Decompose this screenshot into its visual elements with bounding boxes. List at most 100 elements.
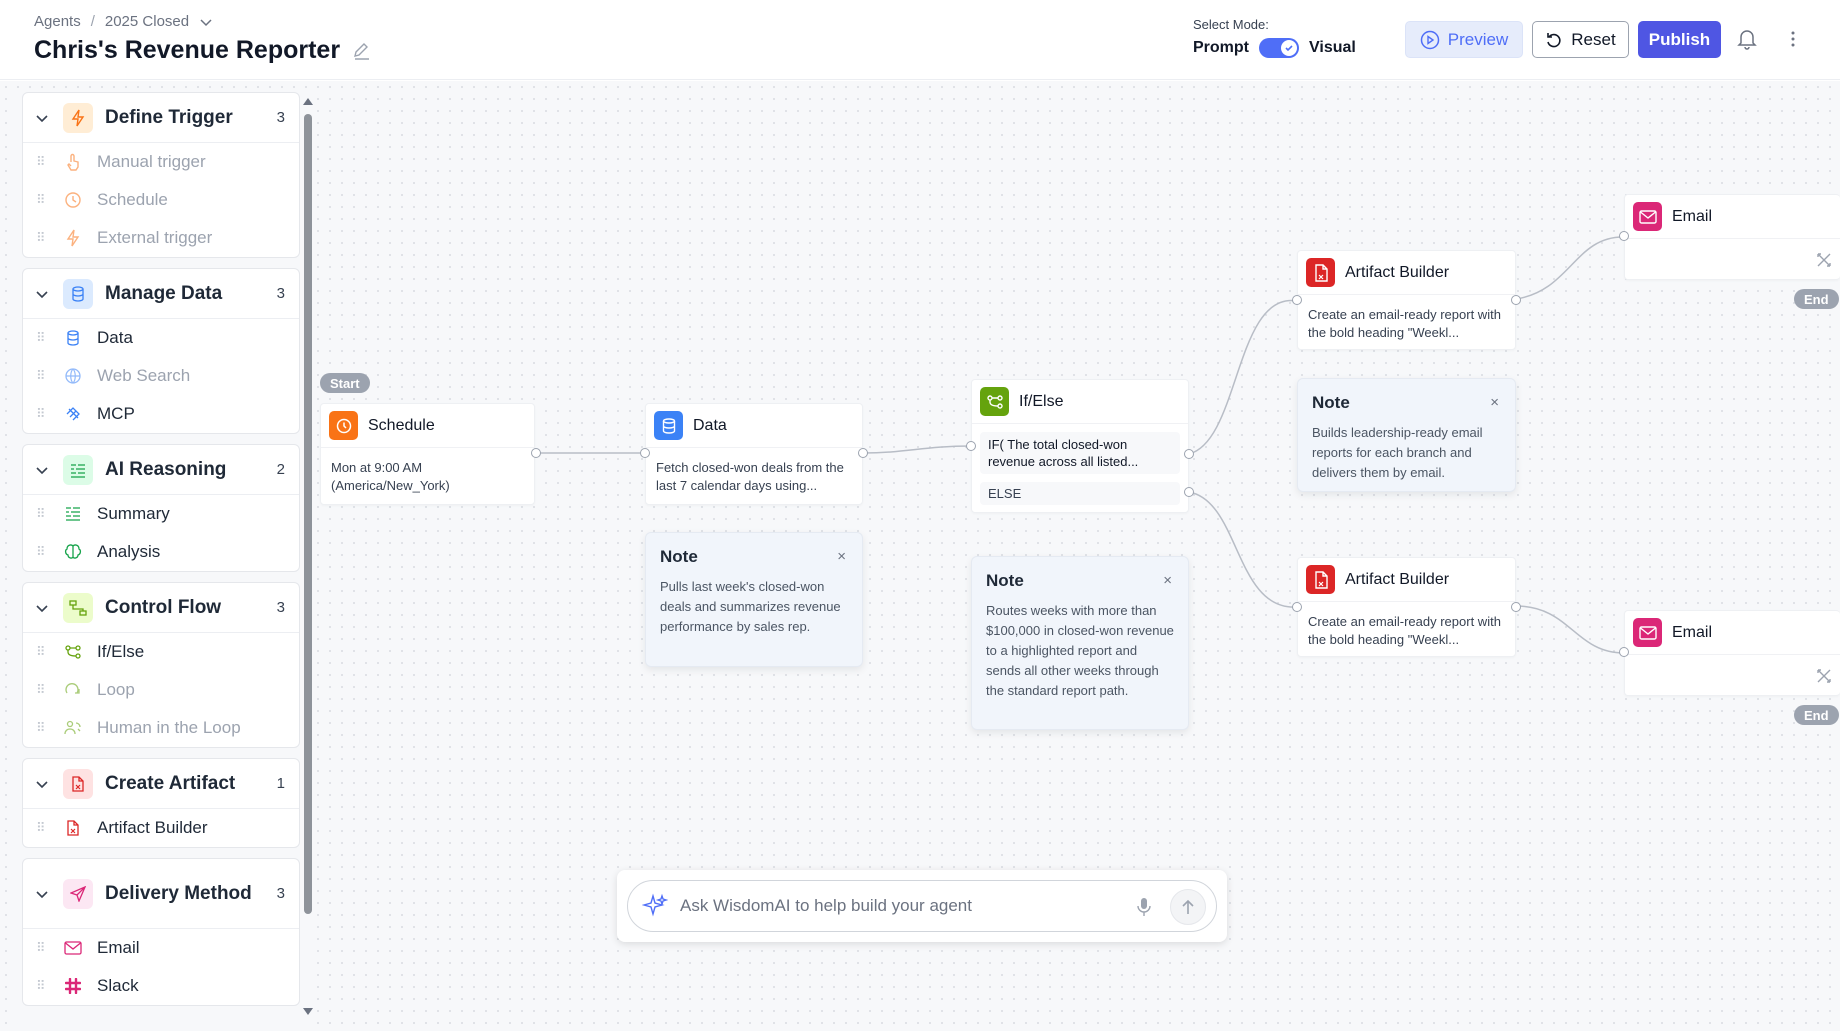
email-node-top[interactable]: Email bbox=[1624, 194, 1840, 280]
drag-handle-icon[interactable]: ⠿ bbox=[36, 979, 46, 993]
edit-pencil-icon[interactable] bbox=[352, 41, 372, 61]
data-input-port[interactable] bbox=[640, 448, 650, 458]
tools-icon[interactable] bbox=[1816, 252, 1832, 268]
ifelse-node[interactable]: If/Else IF( The total closed-won revenue… bbox=[971, 379, 1189, 513]
artifact-top-input-port[interactable] bbox=[1292, 295, 1302, 305]
sidebar-item-loop[interactable]: ⠿ Loop bbox=[23, 671, 299, 709]
sidebar-scrollbar[interactable] bbox=[300, 92, 316, 1024]
sidebar-item-slack[interactable]: ⠿ Slack bbox=[23, 967, 299, 1005]
globe-icon bbox=[63, 366, 83, 386]
data-output-port[interactable] bbox=[858, 448, 868, 458]
clock-icon bbox=[329, 411, 358, 440]
drag-handle-icon[interactable]: ⠿ bbox=[36, 331, 46, 345]
drag-handle-icon[interactable]: ⠿ bbox=[36, 155, 46, 169]
email-top-input-port[interactable] bbox=[1619, 231, 1629, 241]
drag-handle-icon[interactable]: ⠿ bbox=[36, 941, 46, 955]
artifact-bottom-output-port[interactable] bbox=[1511, 602, 1521, 612]
chat-input[interactable] bbox=[680, 896, 1120, 916]
close-icon[interactable]: × bbox=[1490, 394, 1499, 411]
drag-handle-icon[interactable]: ⠿ bbox=[36, 231, 46, 245]
scroll-down-arrow-icon[interactable] bbox=[302, 1007, 314, 1017]
section-header[interactable]: Define Trigger 3 bbox=[23, 93, 299, 143]
note-card-data[interactable]: Note × Pulls last week's closed-won deal… bbox=[645, 532, 863, 667]
sidebar-item-external-trigger[interactable]: ⠿ External trigger bbox=[23, 219, 299, 257]
artifact-top-output-port[interactable] bbox=[1511, 295, 1521, 305]
bell-icon[interactable] bbox=[1734, 26, 1760, 52]
mode-label: Select Mode: bbox=[1193, 17, 1269, 32]
artifact-bottom-input-port[interactable] bbox=[1292, 602, 1302, 612]
sidebar-item-web-search[interactable]: ⠿ Web Search bbox=[23, 357, 299, 395]
artifact-builder-node-bottom[interactable]: Artifact Builder Create an email-ready r… bbox=[1297, 557, 1516, 657]
reset-button[interactable]: Reset bbox=[1532, 21, 1629, 58]
sidebar-item-manual-trigger[interactable]: ⠿ Manual trigger bbox=[23, 143, 299, 181]
chevron-down-icon[interactable] bbox=[35, 111, 49, 125]
chevron-down-icon[interactable] bbox=[199, 15, 213, 29]
note-card-ifelse[interactable]: Note × Routes weeks with more than $100,… bbox=[971, 556, 1189, 730]
sidebar-item-artifact-builder[interactable]: ⠿ Artifact Builder bbox=[23, 809, 299, 847]
scroll-up-arrow-icon[interactable] bbox=[302, 96, 314, 106]
send-button[interactable] bbox=[1170, 889, 1206, 925]
sidebar-item-mcp[interactable]: ⠿ MCP bbox=[23, 395, 299, 433]
if-condition[interactable]: IF( The total closed-won revenue across … bbox=[980, 432, 1180, 474]
chevron-down-icon[interactable] bbox=[35, 463, 49, 477]
section-header[interactable]: Create Artifact 1 bbox=[23, 759, 299, 809]
item-label: Human in the Loop bbox=[97, 718, 241, 737]
chat-box[interactable] bbox=[627, 880, 1217, 932]
chevron-down-icon[interactable] bbox=[35, 601, 49, 615]
section-header[interactable]: AI Reasoning 2 bbox=[23, 445, 299, 495]
drag-handle-icon[interactable]: ⠿ bbox=[36, 721, 46, 735]
sidebar-item-summary[interactable]: ⠿ Summary bbox=[23, 495, 299, 533]
else-output-port[interactable] bbox=[1184, 487, 1194, 497]
mode-prompt-label: Prompt bbox=[1193, 39, 1249, 56]
preview-button[interactable]: Preview bbox=[1405, 21, 1523, 58]
breadcrumb-agents[interactable]: Agents bbox=[34, 13, 81, 30]
drag-handle-icon[interactable]: ⠿ bbox=[36, 683, 46, 697]
note-card-artifact[interactable]: Note × Builds leadership-ready email rep… bbox=[1297, 378, 1516, 492]
preview-label: Preview bbox=[1447, 29, 1509, 49]
schedule-output-port[interactable] bbox=[531, 448, 541, 458]
ifelse-input-port[interactable] bbox=[966, 441, 976, 451]
chevron-down-icon[interactable] bbox=[35, 887, 49, 901]
breadcrumb-current[interactable]: 2025 Closed bbox=[105, 13, 189, 30]
item-label: Slack bbox=[97, 976, 139, 995]
drag-handle-icon[interactable]: ⠿ bbox=[36, 645, 46, 659]
section-header[interactable]: Control Flow 3 bbox=[23, 583, 299, 633]
drag-handle-icon[interactable]: ⠿ bbox=[36, 193, 46, 207]
else-branch[interactable]: ELSE bbox=[980, 482, 1180, 505]
arrow-up-icon bbox=[1182, 899, 1194, 914]
drag-handle-icon[interactable]: ⠿ bbox=[36, 821, 46, 835]
schedule-node[interactable]: Schedule Mon at 9:00 AM (America/New_Yor… bbox=[320, 403, 535, 505]
sidebar-item-email[interactable]: ⠿ Email bbox=[23, 929, 299, 967]
email-node-bottom[interactable]: Email bbox=[1624, 610, 1840, 696]
tools-icon[interactable] bbox=[1816, 668, 1832, 684]
artifact-builder-node-top[interactable]: Artifact Builder Create an email-ready r… bbox=[1297, 250, 1516, 350]
edge-artifact-email-top bbox=[1515, 236, 1625, 300]
drag-handle-icon[interactable]: ⠿ bbox=[36, 407, 46, 421]
page-title: Chris's Revenue Reporter bbox=[34, 36, 372, 65]
sidebar-item-data[interactable]: ⠿ Data bbox=[23, 319, 299, 357]
data-node[interactable]: Data Fetch closed-won deals from the las… bbox=[645, 403, 863, 505]
drag-handle-icon[interactable]: ⠿ bbox=[36, 369, 46, 383]
microphone-icon[interactable] bbox=[1132, 895, 1156, 919]
chevron-down-icon[interactable] bbox=[35, 287, 49, 301]
chevron-down-icon[interactable] bbox=[35, 777, 49, 791]
drag-handle-icon[interactable]: ⠿ bbox=[36, 545, 46, 559]
sidebar-item-human-in-the-loop[interactable]: ⠿ Human in the Loop bbox=[23, 709, 299, 747]
item-label: Summary bbox=[97, 504, 170, 523]
artifact-bottom-title: Artifact Builder bbox=[1345, 570, 1450, 588]
scroll-thumb[interactable] bbox=[304, 114, 312, 914]
drag-handle-icon[interactable]: ⠿ bbox=[36, 507, 46, 521]
sidebar-item-if-else[interactable]: ⠿ If/Else bbox=[23, 633, 299, 671]
section-header[interactable]: Delivery Method 3 bbox=[23, 859, 299, 929]
sidebar-item-schedule[interactable]: ⠿ Schedule bbox=[23, 181, 299, 219]
close-icon[interactable]: × bbox=[1163, 572, 1172, 589]
section-header[interactable]: Manage Data 3 bbox=[23, 269, 299, 319]
more-vertical-icon[interactable] bbox=[1780, 26, 1806, 52]
publish-button[interactable]: Publish bbox=[1638, 21, 1721, 58]
loop-icon bbox=[63, 680, 83, 700]
email-bottom-input-port[interactable] bbox=[1619, 647, 1629, 657]
close-icon[interactable]: × bbox=[837, 548, 846, 565]
if-output-port[interactable] bbox=[1184, 449, 1194, 459]
sidebar-item-analysis[interactable]: ⠿ Analysis bbox=[23, 533, 299, 571]
mode-toggle[interactable] bbox=[1259, 38, 1299, 58]
